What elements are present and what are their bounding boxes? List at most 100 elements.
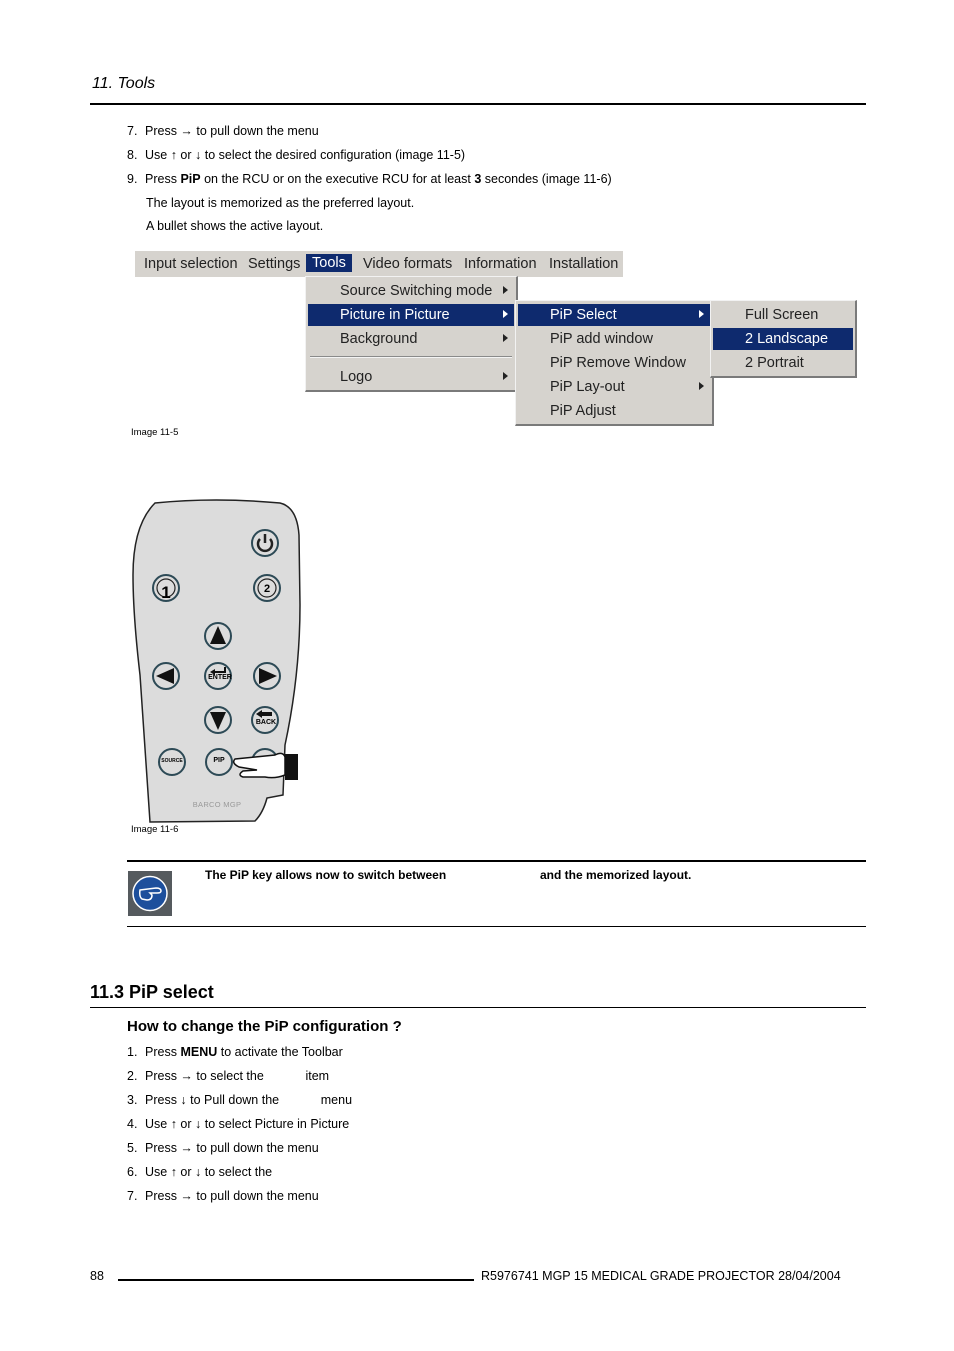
step-text: Press → to pull down the menu	[145, 124, 319, 138]
menubar-item-installation[interactable]: Installation	[549, 256, 618, 272]
tools-dropdown: Source Switching mode Picture in Picture…	[305, 276, 518, 392]
step-item: 6. Use ↑ or ↓ to select the	[127, 1165, 272, 1180]
step-text: Press → to pull down the menu	[145, 1189, 319, 1203]
menu-item-logo[interactable]: Logo	[308, 366, 514, 388]
step-text: Use ↑ or ↓ to select the desired configu…	[145, 148, 466, 162]
pip-button-label: PIP	[213, 757, 225, 764]
remote-control-illustration	[132, 499, 301, 823]
menu-item-2-portrait[interactable]: 2 Portrait	[713, 352, 853, 374]
note-rule-top	[127, 860, 866, 862]
menubar-item-information[interactable]: Information	[464, 256, 537, 272]
menu-item-label: Logo	[340, 369, 373, 385]
menu-item-label: Picture in Picture	[340, 307, 450, 323]
menu-item-label: 2 Portrait	[745, 355, 804, 371]
step-text: Press	[145, 1045, 181, 1059]
step-number: 4.	[127, 1117, 138, 1131]
submenu-arrow-icon	[699, 382, 704, 390]
submenu-arrow-icon	[699, 310, 704, 318]
step-text: Press → to select the item	[145, 1069, 330, 1083]
menu-item-pip-add-window[interactable]: PiP add window	[518, 328, 710, 350]
menu-item-label: PiP Select	[550, 307, 617, 323]
note-rule-bottom	[127, 926, 866, 927]
menubar-item-tools[interactable]: Tools	[306, 254, 352, 272]
menu-item-pip-lay-out[interactable]: PiP Lay-out	[518, 376, 710, 398]
menu-item-label: Background	[340, 331, 418, 347]
footer-doc-info: R5976741 MGP 15 MEDICAL GRADE PROJECTOR …	[481, 1269, 841, 1283]
submenu-arrow-icon	[503, 286, 508, 294]
menubar-item-settings[interactable]: Settings	[248, 256, 300, 272]
step-text: Press → to pull down the menu	[145, 1141, 319, 1155]
step-text: Use ↑ or ↓ to select Picture in Picture	[145, 1117, 350, 1131]
menu-item-2-landscape[interactable]: 2 Landscape	[713, 328, 853, 350]
menu-item-label: Source Switching mode	[340, 283, 493, 299]
enter-button-label: ENTER	[208, 674, 232, 681]
step-item: 4. Use ↑ or ↓ to select Picture in Pictur…	[127, 1117, 349, 1132]
back-button-label: BACK	[255, 719, 277, 726]
submenu-arrow-icon	[503, 372, 508, 380]
right-button[interactable]	[253, 662, 281, 690]
menu-item-pip-adjust[interactable]: PiP Adjust	[518, 400, 710, 422]
submenu-arrow-icon	[503, 310, 508, 318]
note-text-a: The PiP key allows now to switch between	[205, 868, 447, 882]
menu-item-pip-select[interactable]: PiP Select	[518, 304, 710, 326]
menubar-item-video-formats[interactable]: Video formats	[363, 256, 452, 272]
step-item: 5. Press → to pull down the menu	[127, 1141, 319, 1156]
menu-item-background[interactable]: Background	[308, 328, 514, 350]
menu-item-source-switching-mode[interactable]: Source Switching mode	[308, 280, 514, 302]
menu-item-full-screen[interactable]: Full Screen	[713, 304, 853, 326]
menu-item-label: PiP Remove Window	[550, 355, 686, 371]
step-item: 2. Press → to select the item	[127, 1069, 329, 1084]
down-button[interactable]	[204, 706, 232, 734]
section-rule	[90, 1007, 866, 1008]
step-number: 6.	[127, 1165, 138, 1179]
menu-bar: Input selection Settings Tools Video for…	[135, 251, 623, 277]
button-2-label: 2	[263, 583, 271, 595]
menu-item-label: 2 Landscape	[745, 331, 829, 347]
step-number: 9.	[127, 172, 138, 186]
step-item: 7. Press → to pull down the menu	[127, 1189, 319, 1204]
up-button[interactable]	[204, 622, 232, 650]
header-rule	[90, 103, 866, 105]
image-caption-11-5: Image 11-5	[131, 427, 179, 438]
step-item: 9. Press PiP on the RCU or on the executi…	[127, 172, 612, 187]
step-text: secondes (image 11-6)	[481, 172, 612, 186]
menu-item-pip-remove-window[interactable]: PiP Remove Window	[518, 352, 710, 374]
left-button[interactable]	[152, 662, 180, 690]
step-item: 8. Use ↑ or ↓ to select the desired confi…	[127, 148, 465, 163]
step-number: 8.	[127, 148, 138, 162]
remote-brand-label: BARCO MGP	[192, 800, 242, 809]
source-button-label: SOURCE	[161, 758, 183, 764]
step9-note-2: A bullet shows the active layout.	[146, 219, 324, 233]
menu-item-label: PiP Lay-out	[550, 379, 625, 395]
step-text: Use ↑ or ↓ to select the	[145, 1165, 273, 1179]
menu-separator	[310, 356, 512, 358]
section-title: 11.3 PiP select	[90, 982, 214, 1002]
note-text-b: and the memorized layout.	[540, 868, 692, 882]
step-number: 7.	[127, 124, 138, 138]
menu-item-label: Full Screen	[745, 307, 819, 323]
step-number: 7.	[127, 1189, 138, 1203]
page-number: 88	[90, 1269, 104, 1283]
menubar-item-input-selection[interactable]: Input selection	[144, 256, 238, 272]
step-text: Press ↓ to Pull down the menu	[145, 1093, 353, 1107]
pip-submenu: PiP Select PiP add window PiP Remove Win…	[515, 300, 714, 426]
step-item: 3. Press ↓ to Pull down the menu	[127, 1093, 352, 1108]
step-text: PiP	[180, 172, 201, 186]
chapter-title: 11. Tools	[92, 75, 156, 92]
step-item: 1. Press MENU to activate the Toolbar	[127, 1045, 343, 1060]
image-caption-11-6: Image 11-6	[131, 824, 179, 835]
menu-item-picture-in-picture[interactable]: Picture in Picture	[308, 304, 514, 326]
step9-note-1: The layout is memorized as the preferred…	[146, 196, 415, 210]
step-number: 3.	[127, 1093, 138, 1107]
power-button[interactable]	[251, 529, 279, 557]
pointing-hand-icon	[132, 875, 168, 912]
step-number: 1.	[127, 1045, 138, 1059]
step-text: MENU	[180, 1045, 218, 1059]
menu-item-label: PiP Adjust	[550, 403, 616, 419]
section-subtitle: How to change the PiP configuration ?	[127, 1018, 402, 1035]
step-text: Press	[145, 172, 181, 186]
step-number: 5.	[127, 1141, 138, 1155]
submenu-arrow-icon	[503, 334, 508, 342]
button-1-label: 1	[161, 583, 171, 602]
menu-item-label: PiP add window	[550, 331, 653, 347]
